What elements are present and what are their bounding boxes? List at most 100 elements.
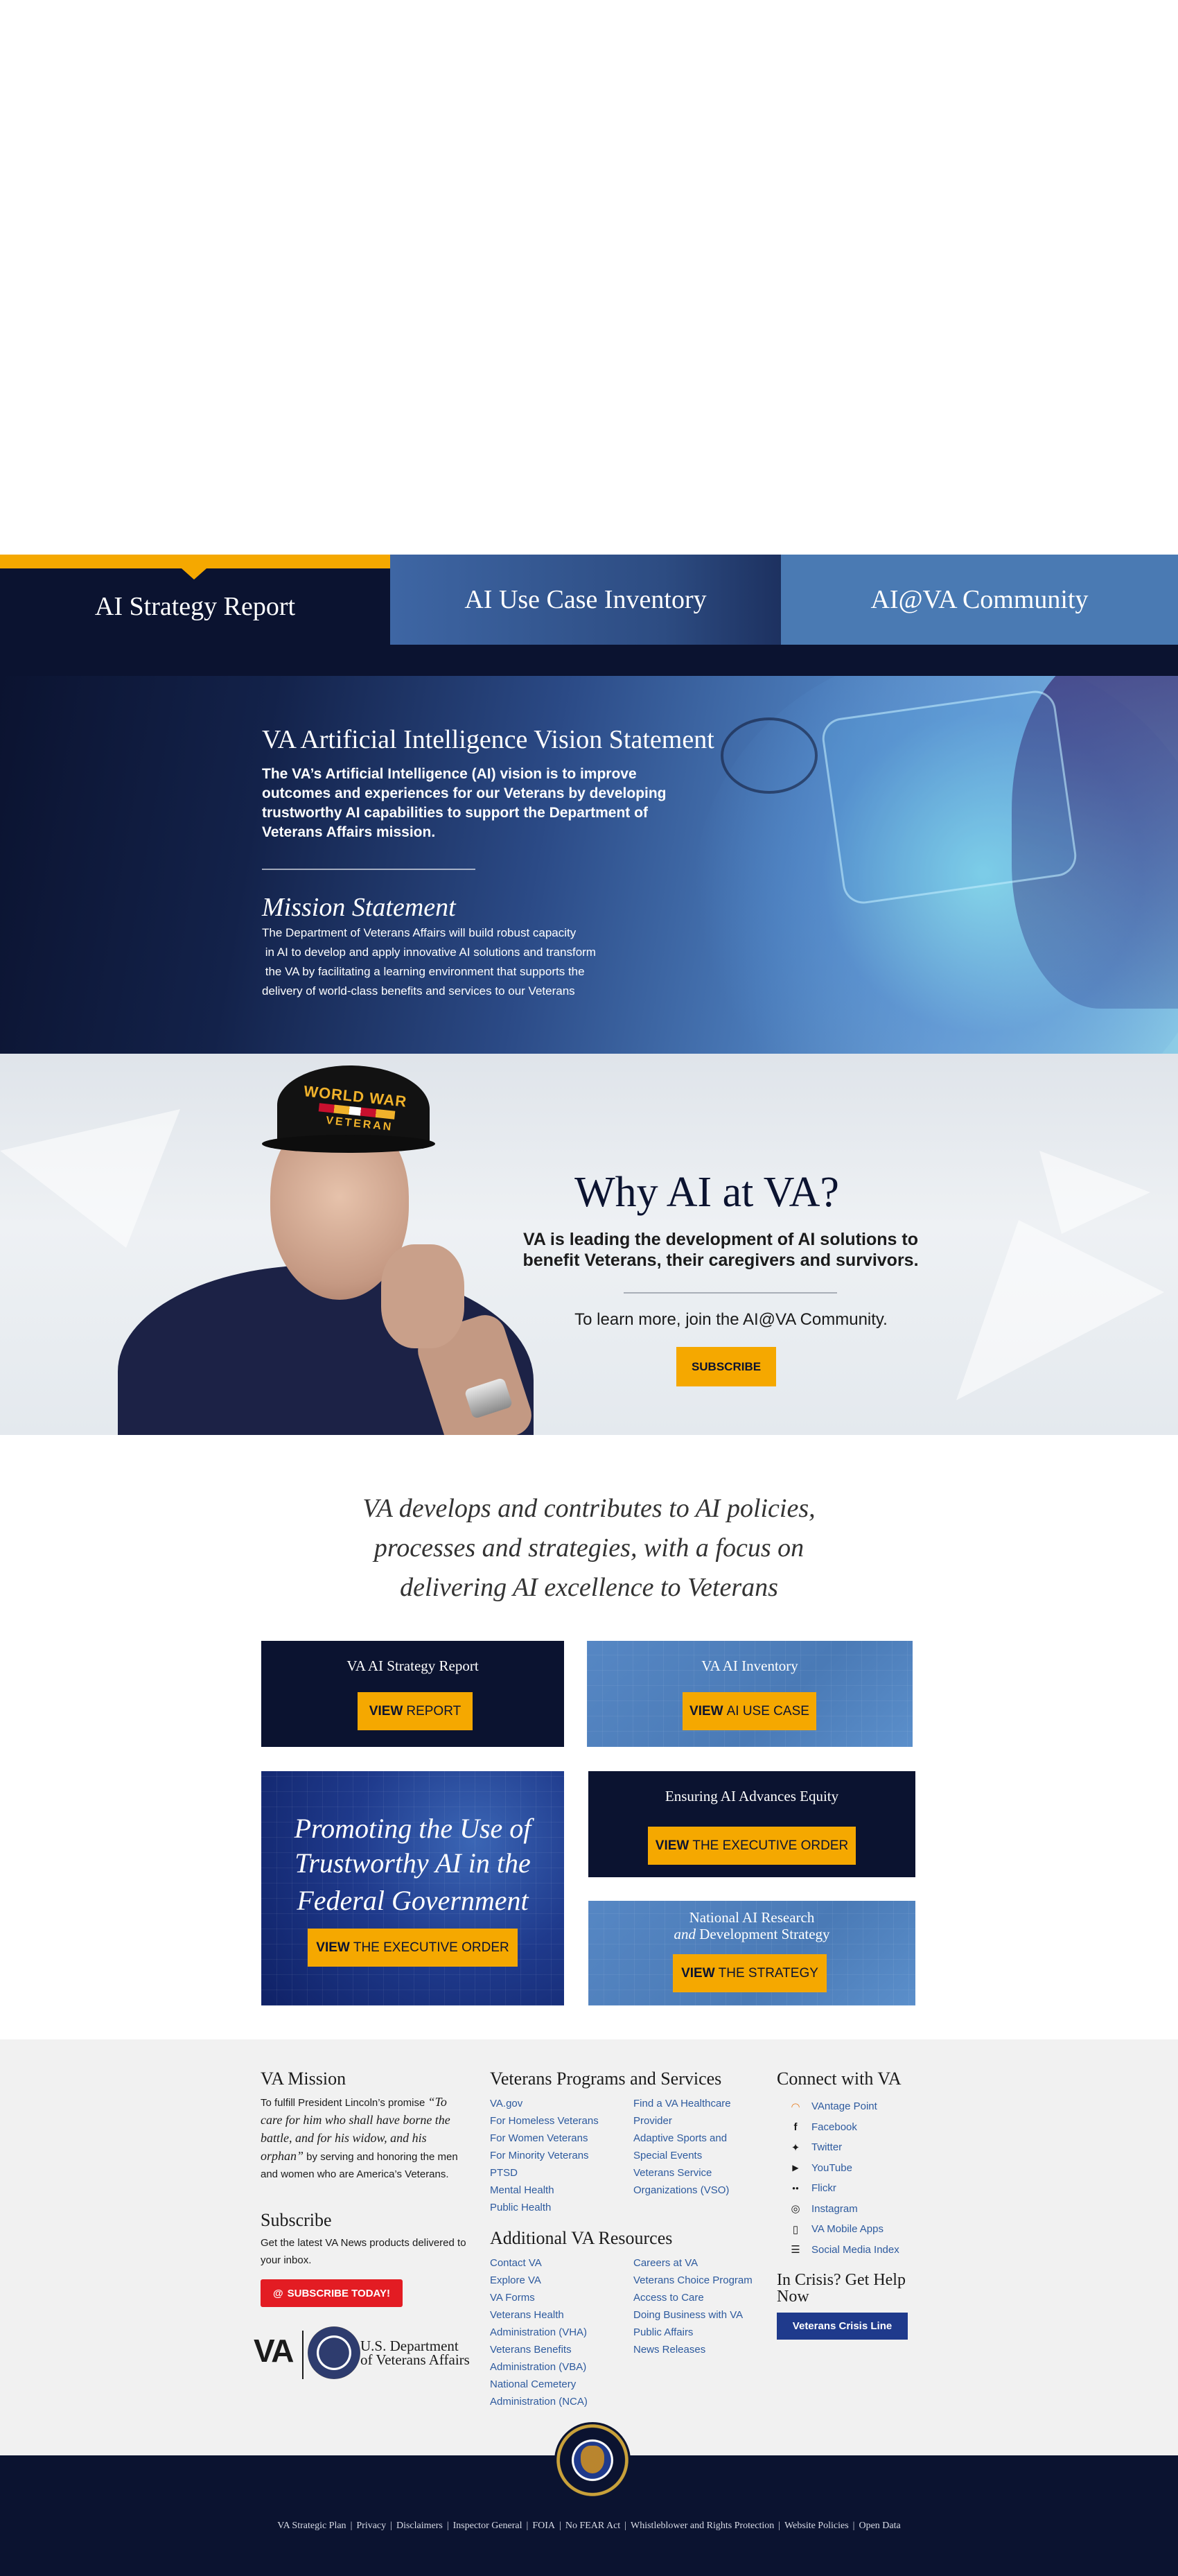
view-report-button[interactable]: VIEW REPORT xyxy=(358,1692,473,1730)
background-facet xyxy=(956,1220,1164,1400)
bottom-links: VA Strategic Plan | Privacy | Disclaimers | In… xyxy=(0,2521,1178,2532)
mission-text: The Department of Veterans Affairs will … xyxy=(262,923,650,1001)
social-label: YouTube xyxy=(811,2161,852,2174)
social-link-twitter[interactable]: ✦ Twitter xyxy=(788,2137,968,2158)
footer-link[interactable]: Doing Business with VA xyxy=(633,2306,758,2324)
tab-ai-strategy-report[interactable]: AI Strategy Report xyxy=(0,555,390,645)
card-title: VA AI Strategy Report xyxy=(346,1657,479,1674)
footer-subscribe-text: Get the latest VA News products delivere… xyxy=(261,2237,466,2266)
footer-link[interactable]: Veterans Service Organizations (VSO) xyxy=(633,2164,744,2199)
footer-link[interactable]: For Homeless Veterans xyxy=(490,2112,628,2130)
footer-link[interactable]: News Releases xyxy=(633,2341,758,2358)
subscribe-today-button[interactable]: @ SUBSCRIBE TODAY! xyxy=(261,2279,403,2307)
background-facet xyxy=(1039,1151,1150,1234)
footer-link[interactable]: Public Health xyxy=(490,2199,628,2216)
list-icon: ☰ xyxy=(791,2244,800,2256)
view-strategy-button[interactable]: VIEW THE STRATEGY xyxy=(673,1954,827,1992)
social-link-youtube[interactable]: ▶ YouTube xyxy=(788,2158,968,2179)
bottom-link[interactable]: Disclaimers xyxy=(396,2521,443,2531)
crisis-heading: In Crisis? Get Help Now xyxy=(777,2272,906,2305)
footer-link[interactable]: For Minority Veterans xyxy=(490,2147,628,2164)
social-link-vantage-point[interactable]: ◠ VAntage Point xyxy=(788,2096,968,2117)
footer-link[interactable]: VA.gov xyxy=(490,2095,628,2112)
link-separator: | xyxy=(390,2521,392,2531)
card-title-rest: Development Strategy xyxy=(695,1926,830,1942)
resources-column-1: Contact VA Explore VA VA Forms Veterans … xyxy=(490,2254,628,2410)
why-ai-learn-more: To learn more, join the AI@VA Community. xyxy=(574,1310,888,1329)
footer-link[interactable]: Mental Health xyxy=(490,2182,628,2199)
footer-link[interactable]: Contact VA xyxy=(490,2254,628,2272)
card-title-line: Promoting the Use of xyxy=(294,1813,531,1844)
tab-ai-va-community[interactable]: AI@VA Community xyxy=(781,555,1178,645)
footer-resources-heading: Additional VA Resources xyxy=(490,2228,673,2248)
bottom-link[interactable]: Inspector General xyxy=(453,2521,522,2531)
footer-link[interactable]: Public Affairs xyxy=(633,2324,758,2341)
footer-link[interactable]: For Women Veterans xyxy=(490,2130,628,2147)
social-label: VA Mobile Apps xyxy=(811,2223,884,2236)
dept-line: of Veterans Affairs xyxy=(360,2351,470,2368)
at-icon: @ xyxy=(273,2287,283,2299)
focus-line: delivering AI excellence to Veterans xyxy=(400,1573,778,1602)
footer-link[interactable]: Veterans Benefits Administration (VBA) xyxy=(490,2341,628,2376)
social-link-flickr[interactable]: ●● Flickr xyxy=(788,2178,968,2199)
bottom-link[interactable]: Privacy xyxy=(356,2521,386,2531)
mission-line: in AI to develop and apply innovative AI… xyxy=(262,946,596,959)
tab-ai-use-case-inventory[interactable]: AI Use Case Inventory xyxy=(390,555,781,645)
twitter-icon: ✦ xyxy=(791,2141,800,2154)
bottom-link[interactable]: FOIA xyxy=(532,2521,555,2531)
link-separator: | xyxy=(526,2521,529,2531)
veterans-crisis-line-button[interactable]: Veterans Crisis Line xyxy=(777,2313,908,2340)
crisis-heading-line: In Crisis? Get Help xyxy=(777,2271,906,2289)
footer-link[interactable]: Access to Care xyxy=(633,2289,758,2306)
view-executive-order-button[interactable]: VIEW THE EXECUTIVE ORDER xyxy=(308,1929,518,1967)
rss-icon: ◠ xyxy=(791,2100,800,2113)
social-label: VAntage Point xyxy=(811,2100,877,2113)
resources-column-2: Careers at VA Veterans Choice Program Ac… xyxy=(633,2254,758,2358)
tab-bar: AI Strategy Report AI Use Case Inventory… xyxy=(0,555,1178,645)
card-ai-equity: Ensuring AI Advances Equity VIEW THE EXEC… xyxy=(588,1771,915,1877)
bottom-link[interactable]: Whistleblower and Rights Protection xyxy=(631,2521,774,2531)
va-seal-icon xyxy=(308,2326,360,2379)
tab-strip-divider xyxy=(0,645,1178,676)
footer-link[interactable]: VA Forms xyxy=(490,2289,628,2306)
card-title-and: and xyxy=(674,1926,696,1942)
dept-line: U.S. Department xyxy=(360,2338,459,2354)
card-title-line: Trustworthy AI in the xyxy=(294,1847,531,1879)
tab-label: AI Strategy Report xyxy=(94,592,296,621)
footer-link[interactable]: National Cemetery Administration (NCA) xyxy=(490,2376,628,2410)
footer-link[interactable]: Explore VA xyxy=(490,2272,628,2289)
tab-label: AI@VA Community xyxy=(870,585,1089,614)
footer-link[interactable]: Veterans Choice Program xyxy=(633,2272,758,2289)
social-link-instagram[interactable]: ◎ Instagram xyxy=(788,2199,968,2220)
mission-line: the VA by facilitating a learning enviro… xyxy=(262,965,585,978)
footer-link[interactable]: Adaptive Sports and Special Events xyxy=(633,2130,744,2164)
subscribe-button[interactable]: SUBSCRIBE xyxy=(676,1347,776,1386)
footer-link[interactable]: Careers at VA xyxy=(633,2254,758,2272)
crisis-heading-line: Now xyxy=(777,2288,809,2306)
card-strategy-report: VA AI Strategy Report VIEW REPORT xyxy=(261,1641,564,1747)
social-link-facebook[interactable]: f Facebook xyxy=(788,2117,968,2138)
footer-link[interactable]: Find a VA Healthcare Provider xyxy=(633,2095,744,2130)
card-title: National AI Research and Development Str… xyxy=(588,1909,915,1942)
va-logo-wordmark: VA xyxy=(254,2333,294,2369)
view-ai-use-case-button[interactable]: VIEW AI USE CASE xyxy=(683,1692,816,1730)
tab-label: AI Use Case Inventory xyxy=(464,585,707,614)
va-logo[interactable]: VA U.S. Department of Veterans Affairs xyxy=(254,2326,475,2382)
card-ai-inventory: VA AI Inventory VIEW AI USE CASE xyxy=(587,1641,913,1747)
footer-link[interactable]: PTSD xyxy=(490,2164,628,2182)
why-ai-subtitle: VA is leading the development of AI solu… xyxy=(522,1230,919,1270)
bottom-link[interactable]: Website Policies xyxy=(784,2521,849,2531)
footer-link[interactable]: Veterans Health Administration (VHA) xyxy=(490,2306,628,2341)
social-link-va-mobile-apps[interactable]: ▯ VA Mobile Apps xyxy=(788,2219,968,2240)
bottom-link[interactable]: No FEAR Act xyxy=(565,2521,620,2531)
button-object: THE EXECUTIVE ORDER xyxy=(692,1838,849,1853)
social-link-social-media-index[interactable]: ☰ Social Media Index xyxy=(788,2240,968,2261)
card-title: Promoting the Use of Trustworthy AI in t… xyxy=(261,1811,564,1918)
button-verb: VIEW xyxy=(369,1703,403,1718)
view-equity-executive-order-button[interactable]: VIEW THE EXECUTIVE ORDER xyxy=(648,1827,856,1865)
bottom-link[interactable]: VA Strategic Plan xyxy=(277,2521,346,2531)
va-logo-department: U.S. Department of Veterans Affairs xyxy=(360,2339,470,2367)
bottom-link[interactable]: Open Data xyxy=(859,2521,900,2531)
veteran-photo: WORLD WAR VETERAN xyxy=(104,1057,561,1435)
button-object: THE EXECUTIVE ORDER xyxy=(353,1940,509,1955)
